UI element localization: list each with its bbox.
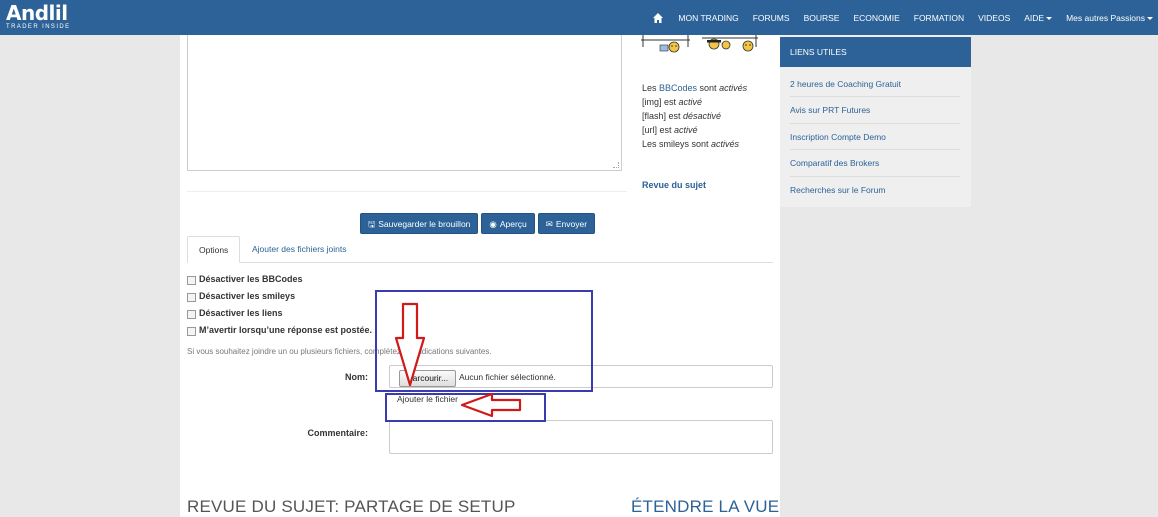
- sidebar-item-brokers[interactable]: Comparatif des Brokers: [790, 150, 960, 177]
- sidebar-item-demo-account[interactable]: Inscription Compte Demo: [790, 124, 960, 151]
- red-arrow-left-icon: [460, 392, 522, 418]
- sidebar-title: LIENS UTILES: [780, 37, 971, 67]
- sidebar-item-prt-futures[interactable]: Avis sur PRT Futures: [790, 97, 960, 124]
- sidebar-item-forum-search[interactable]: Recherches sur le Forum: [790, 177, 960, 203]
- sidebar-links: 2 heures de Coaching Gratuit Avis sur PR…: [790, 71, 960, 203]
- sidebar-item-coaching[interactable]: 2 heures de Coaching Gratuit: [790, 71, 960, 98]
- useful-links-sidebar: LIENS UTILES 2 heures de Coaching Gratui…: [780, 35, 971, 207]
- red-arrow-down-icon: [394, 302, 426, 387]
- annotation-arrows: [394, 302, 522, 418]
